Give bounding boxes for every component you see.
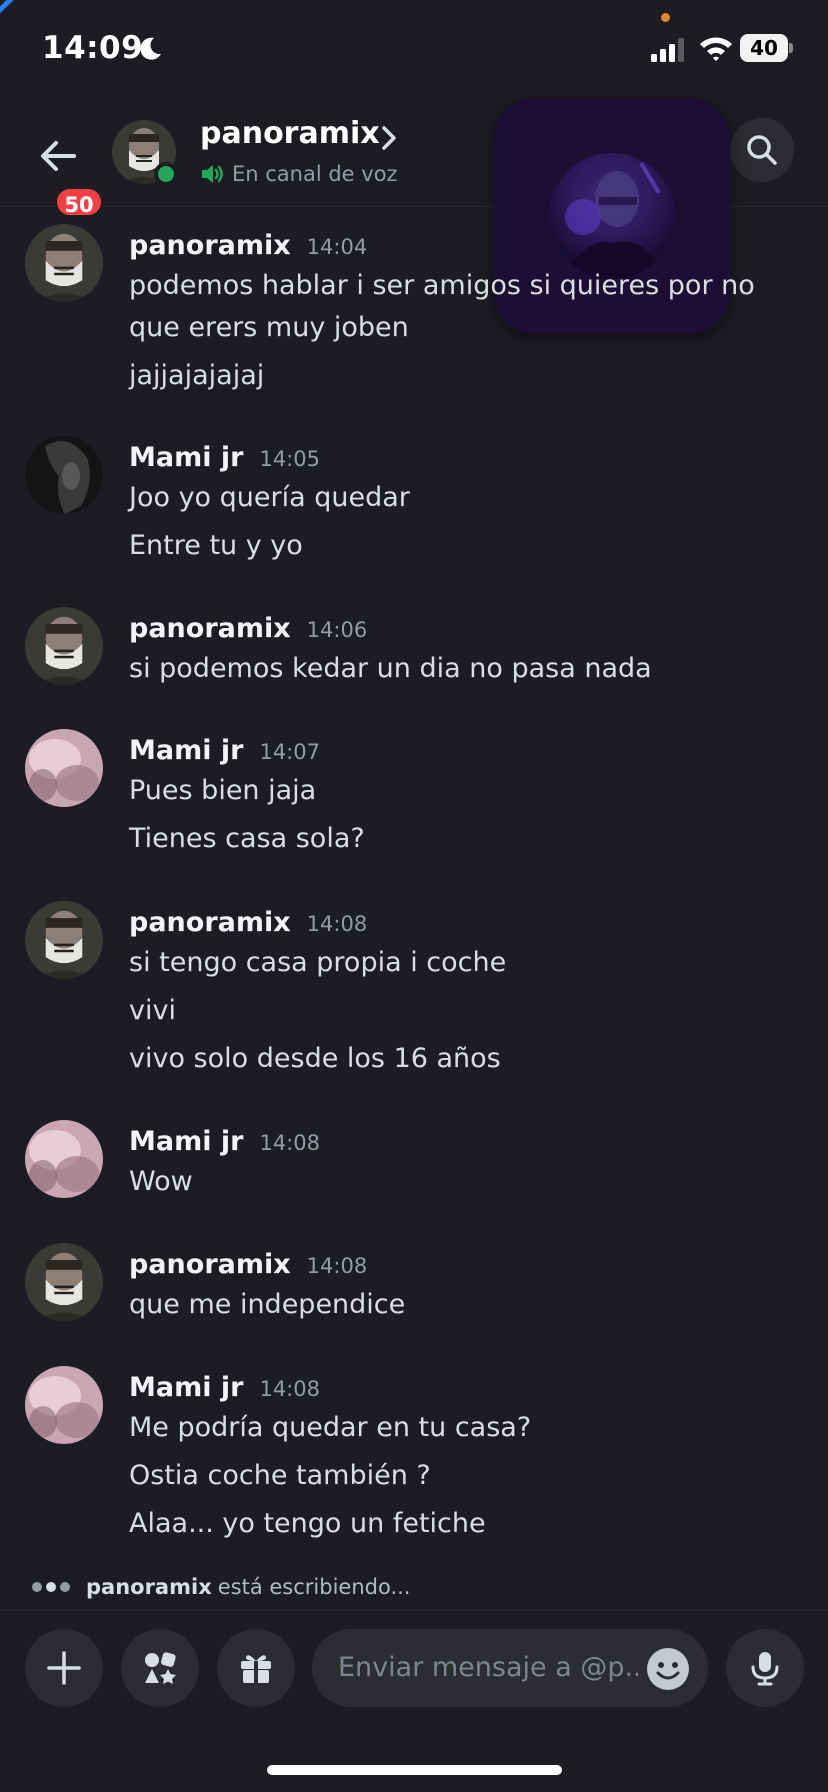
- typing-indicator: panoramix está escribiendo...: [32, 1572, 410, 1602]
- back-button[interactable]: 50: [30, 128, 104, 218]
- unread-badge: 50: [54, 186, 104, 218]
- pip-avatar-image: [559, 161, 669, 279]
- message-timestamp: 14:08: [306, 912, 368, 936]
- pink-blur-avatar-image: [25, 1366, 103, 1444]
- voice-status-text: En canal de voz: [232, 162, 398, 186]
- moon-icon: [140, 37, 161, 60]
- add-attachment-button[interactable]: [25, 1629, 103, 1707]
- pip-avatar: [549, 153, 675, 279]
- message-timestamp: 14:08: [259, 1131, 320, 1155]
- message-text: Me podría quedar en tu casa?: [129, 1412, 532, 1443]
- voice-message-button[interactable]: [726, 1629, 804, 1707]
- typing-user: panoramix: [86, 1575, 212, 1599]
- message-text: Joo yo quería quedar: [129, 482, 410, 513]
- avatar[interactable]: [25, 607, 103, 685]
- status-bar: 14:09 40: [0, 0, 828, 100]
- skull-mask-avatar-image: [25, 224, 103, 302]
- message-author[interactable]: Mami jr: [129, 442, 243, 473]
- message-author[interactable]: Mami jr: [129, 1126, 243, 1157]
- typing-dots-icon: [32, 1582, 74, 1592]
- skull-mask-avatar-image: [25, 607, 103, 685]
- message-author[interactable]: Mami jr: [129, 1372, 243, 1403]
- apps-button[interactable]: [121, 1629, 199, 1707]
- message-text: Wow: [129, 1166, 193, 1197]
- location-arrow-icon: [0, 0, 14, 14]
- search-button[interactable]: [730, 118, 794, 182]
- back-arrow-icon: [41, 141, 76, 171]
- avatar[interactable]: [25, 901, 103, 979]
- message-text: Ostia coche también ?: [129, 1460, 431, 1491]
- message-author[interactable]: panoramix: [129, 613, 291, 644]
- message-text: si podemos kedar un dia no pasa nada: [129, 653, 652, 684]
- message-text: vivi: [129, 995, 176, 1026]
- avatar[interactable]: [25, 729, 103, 807]
- channel-title[interactable]: panoramix: [200, 116, 380, 151]
- avatar[interactable]: [25, 1243, 103, 1321]
- message-timestamp: 14:04: [306, 235, 368, 259]
- avatar[interactable]: [25, 436, 103, 514]
- gift-icon: [241, 1655, 271, 1683]
- emoji-icon[interactable]: [646, 1647, 690, 1691]
- avatar[interactable]: [25, 1120, 103, 1198]
- message-input[interactable]: Enviar mensaje a @p..: [312, 1629, 708, 1707]
- mic-icon: [751, 1652, 779, 1686]
- message-text: jajjajajajaj: [129, 360, 265, 391]
- message-text: que erers muy joben: [129, 312, 409, 343]
- privacy-indicator: [661, 13, 670, 22]
- message-timestamp: 14:05: [259, 447, 320, 471]
- message-timestamp: 14:06: [306, 618, 368, 642]
- wifi-icon: [700, 37, 732, 61]
- voice-status: En canal de voz: [200, 160, 398, 188]
- message-text: Tienes casa sola?: [129, 823, 365, 854]
- message-author[interactable]: Mami jr: [129, 735, 243, 766]
- plus-icon: [47, 1651, 81, 1685]
- avatar[interactable]: [25, 224, 103, 302]
- message-author[interactable]: panoramix: [129, 1249, 291, 1280]
- battery-indicator: 40: [740, 34, 793, 62]
- online-status-dot: [154, 162, 178, 186]
- message-timestamp: 14:07: [259, 740, 320, 764]
- message-text: Alaa... yo tengo un fetiche: [129, 1508, 486, 1539]
- apps-icon: [145, 1652, 176, 1684]
- battery-cap: [789, 43, 793, 53]
- message-text: que me independice: [129, 1289, 406, 1320]
- message-author[interactable]: panoramix: [129, 230, 291, 261]
- battery-level: 40: [740, 34, 788, 62]
- typing-text: está escribiendo...: [217, 1575, 411, 1599]
- dark-hair-avatar-image: [25, 436, 103, 514]
- message-timestamp: 14:08: [306, 1254, 368, 1278]
- message-text: podemos hablar i ser amigos si quieres p…: [129, 270, 755, 301]
- message-text: Pues bien jaja: [129, 775, 317, 806]
- message-timestamp: 14:08: [259, 1377, 320, 1401]
- avatar[interactable]: [25, 1366, 103, 1444]
- message-text: si tengo casa propia i coche: [129, 947, 507, 978]
- chevron-right-icon[interactable]: [378, 124, 400, 152]
- skull-mask-avatar-image: [25, 901, 103, 979]
- message-input-placeholder[interactable]: Enviar mensaje a @p..: [338, 1629, 638, 1707]
- signal-icon: [651, 38, 684, 62]
- pink-blur-avatar-image: [25, 1120, 103, 1198]
- speaker-icon: [202, 165, 223, 183]
- message-text: vivo solo desde los 16 años: [129, 1043, 501, 1074]
- search-icon: [747, 135, 777, 165]
- pink-blur-avatar-image: [25, 729, 103, 807]
- message-composer: Enviar mensaje a @p..: [0, 1610, 828, 1720]
- home-indicator[interactable]: [267, 1765, 562, 1775]
- skull-mask-avatar-image: [25, 1243, 103, 1321]
- message-author[interactable]: panoramix: [129, 907, 291, 938]
- message-text: Entre tu y yo: [129, 530, 303, 561]
- gift-button[interactable]: [217, 1629, 295, 1707]
- status-time: 14:09: [42, 30, 144, 66]
